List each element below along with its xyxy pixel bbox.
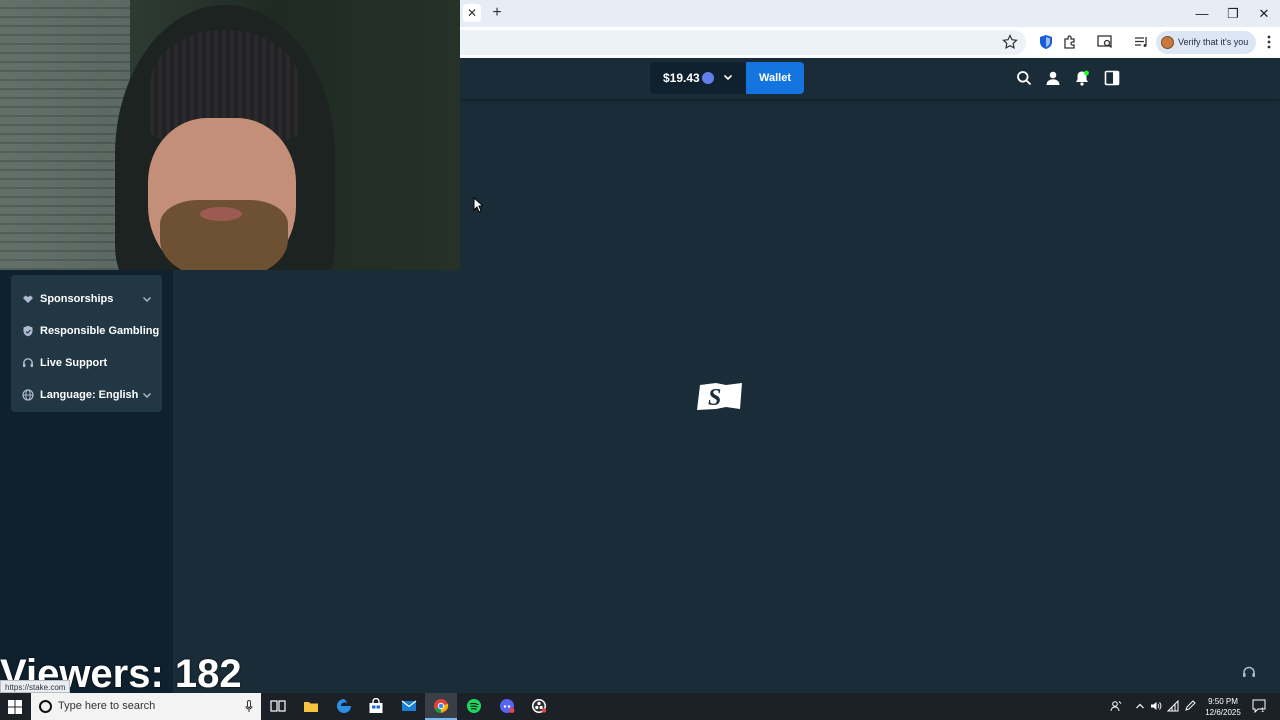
search-icon[interactable] (1016, 70, 1032, 86)
eth-currency-icon (702, 72, 714, 84)
chrome-button[interactable] (425, 693, 457, 720)
clock-time: 9:50 PM (1208, 697, 1238, 706)
discord-button[interactable] (491, 693, 523, 720)
people-icon[interactable] (1110, 700, 1122, 712)
store-icon (369, 698, 383, 713)
file-explorer-button[interactable] (295, 693, 327, 720)
chevron-down-icon (723, 74, 733, 81)
site-header: $19.43 Wallet (460, 58, 1280, 99)
store-button[interactable] (360, 693, 392, 720)
wallet-button[interactable]: Wallet (746, 62, 804, 94)
obs-button[interactable] (523, 693, 555, 720)
spotify-button[interactable] (458, 693, 490, 720)
streamer-mouth (200, 207, 242, 221)
volume-icon[interactable] (1150, 700, 1162, 712)
edge-icon (337, 699, 351, 713)
tab-close-button[interactable]: ✕ (463, 4, 481, 22)
chevron-down-icon (143, 297, 151, 302)
windows-start-icon[interactable] (8, 700, 22, 714)
pen-workspace-icon[interactable] (1184, 700, 1196, 712)
sidebar: Sponsorships Responsible Gambling Live S… (0, 270, 173, 693)
sidebar-item-label: Responsible Gambling (40, 325, 160, 337)
webcam-overlay (0, 0, 460, 270)
mail-icon (401, 700, 417, 711)
verify-chip-label: Verify that it's you (1178, 37, 1249, 47)
close-window-button[interactable]: ✕ (1249, 0, 1279, 27)
balance-amount: $19.43 (663, 71, 700, 85)
sidebar-item-responsible-gambling[interactable]: Responsible Gambling (11, 315, 162, 347)
balance-selector[interactable]: $19.43 (650, 62, 746, 94)
extensions-puzzle-icon[interactable] (1061, 33, 1079, 51)
svg-text:S: S (708, 385, 721, 411)
microphone-icon[interactable] (245, 700, 253, 713)
cortana-ring-icon (39, 700, 52, 713)
spotify-icon (467, 699, 481, 713)
user-icon[interactable] (1045, 70, 1061, 86)
profile-avatar (1161, 36, 1174, 49)
bitwarden-shield-icon[interactable] (1037, 33, 1055, 51)
new-tab-button[interactable]: + (487, 3, 507, 23)
network-icon[interactable] (1167, 700, 1179, 712)
mail-button[interactable] (393, 693, 425, 720)
address-bar[interactable] (460, 30, 1026, 55)
obs-icon (532, 699, 547, 713)
stake-logo-icon: S (697, 383, 742, 411)
sidebar-item-language[interactable]: Language: English (11, 379, 162, 411)
sidebar-item-label: Live Support (40, 357, 108, 369)
chevron-down-icon (143, 393, 151, 398)
edge-button[interactable] (328, 693, 360, 720)
shield-icon (23, 325, 33, 337)
link-status-bar: https://stake.com (0, 680, 71, 693)
verify-identity-chip[interactable]: Verify that it's you (1156, 31, 1256, 54)
task-view-icon (270, 700, 286, 712)
chrome-icon (434, 699, 449, 714)
live-support-headset-icon[interactable] (1238, 662, 1260, 684)
window-blinds (0, 0, 130, 270)
windows-taskbar: Type here to search 9:50 PM 12/6/2025 1 (0, 693, 1280, 720)
clock-date: 12/6/2025 (1205, 708, 1241, 717)
media-playlist-icon[interactable] (1132, 33, 1150, 51)
sidebar-panel: Sponsorships Responsible Gambling Live S… (11, 275, 162, 412)
discord-icon (500, 699, 515, 713)
minimize-button[interactable]: — (1187, 0, 1217, 27)
bookmark-star-icon[interactable] (1002, 34, 1018, 50)
handshake-icon (23, 295, 33, 303)
taskbar-clock[interactable]: 9:50 PM 12/6/2025 (1200, 696, 1246, 718)
sidebar-toggle-icon[interactable] (1104, 70, 1120, 86)
task-view-button[interactable] (262, 693, 294, 720)
bell-icon[interactable] (1074, 70, 1090, 86)
sidebar-item-sponsorships[interactable]: Sponsorships (11, 283, 162, 315)
restore-button[interactable]: ❐ (1218, 0, 1248, 27)
action-center-icon[interactable]: 1 (1252, 699, 1266, 713)
browser-toolbar: Verify that it's you (460, 27, 1280, 58)
taskbar-search-placeholder: Type here to search (58, 700, 156, 712)
taskbar-search-box[interactable]: Type here to search (31, 693, 261, 720)
globe-icon (22, 389, 34, 401)
sidebar-item-live-support[interactable]: Live Support (11, 347, 162, 379)
tray-chevron-up-icon[interactable] (1134, 700, 1146, 712)
headset-icon (23, 358, 33, 368)
browser-tab-bar: ✕ + — ❐ ✕ (460, 0, 1280, 27)
cast-search-icon[interactable] (1096, 33, 1114, 51)
mouse-cursor-icon (473, 197, 483, 213)
file-explorer-icon (304, 702, 318, 712)
browser-menu-icon[interactable] (1266, 34, 1272, 50)
sidebar-item-label: Language: English (40, 389, 139, 401)
sidebar-item-label: Sponsorships (40, 293, 114, 305)
